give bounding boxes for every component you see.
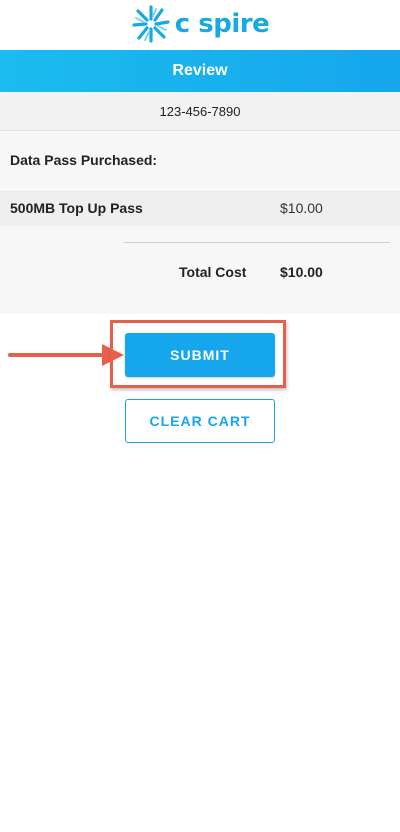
clear-cart-button[interactable]: CLEAR CART <box>125 399 275 443</box>
starburst-logo-icon <box>132 5 170 43</box>
phone-number: 123-456-7890 <box>159 103 241 119</box>
total-divider <box>124 242 390 243</box>
purchased-label: Data Pass Purchased: <box>10 152 158 168</box>
total-cost-value: $10.00 <box>280 264 323 280</box>
cart-item-name: 500MB Top Up Pass <box>10 200 143 216</box>
phone-number-row: 123-456-7890 <box>0 92 400 131</box>
cart-item-row: 500MB Top Up Pass $10.00 <box>0 190 400 226</box>
total-cost-label: Total Cost <box>179 264 247 280</box>
cart-item-price: $10.00 <box>280 200 323 216</box>
logo-bar: c spire <box>0 0 400 48</box>
review-header: Review <box>0 50 400 92</box>
arrow-right-icon <box>8 344 124 366</box>
logo-text: c spire <box>174 9 270 39</box>
review-page: c spire Review 123-456-7890 Data Pass Pu… <box>0 0 400 832</box>
submit-button[interactable]: SUBMIT <box>125 333 275 377</box>
cspire-logo[interactable]: c spire <box>131 4 270 44</box>
page-title: Review <box>172 62 228 79</box>
total-section: Total Cost $10.00 <box>0 226 400 314</box>
purchased-section-header: Data Pass Purchased: <box>0 131 400 189</box>
